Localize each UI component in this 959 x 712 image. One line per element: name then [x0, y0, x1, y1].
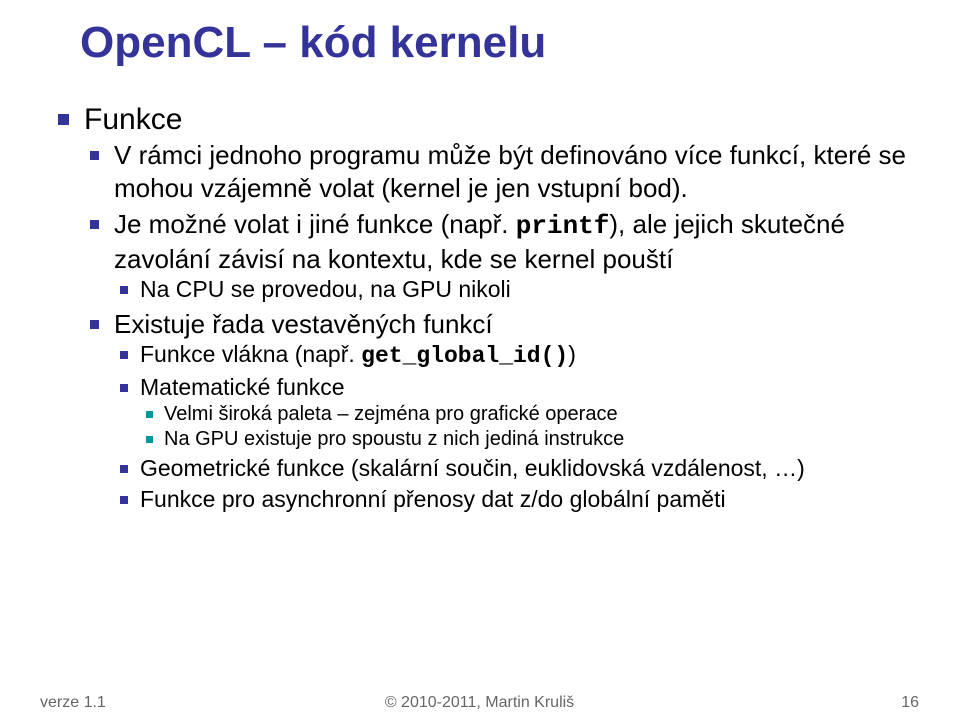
slide: OpenCL – kód kernelu Funkce V rámci jedn… [0, 0, 959, 708]
footer-page-number: 16 [901, 694, 919, 712]
lvl3-text-pre: Funkce vlákna (např. [140, 341, 361, 367]
bullet-list-lvl1: Funkce V rámci jednoho programu může být… [54, 100, 919, 513]
lvl2-text: Existuje řada vestavěných funkcí [114, 309, 493, 339]
lvl3-text: Geometrické funkce (skalární součin, euk… [140, 455, 805, 481]
lvl3-text: Funkce pro asynchronní přenosy dat z/do … [140, 486, 726, 512]
lvl3-item: Funkce vlákna (např. get_global_id()) [114, 340, 919, 371]
bullet-list-lvl2: V rámci jednoho programu může být defino… [84, 139, 919, 513]
lvl2-item: V rámci jednoho programu může být defino… [84, 139, 919, 204]
lvl2-text-pre: Je možné volat i jiné funkce (např. [114, 209, 516, 239]
bullet-list-lvl3: Na CPU se provedou, na GPU nikoli [114, 275, 919, 304]
slide-title: OpenCL – kód kernelu [80, 18, 546, 68]
lvl4-text: Velmi široká paleta – zejména pro grafic… [164, 403, 618, 425]
lvl3-text-post: ) [568, 341, 576, 367]
lvl3-item: Funkce pro asynchronní přenosy dat z/do … [114, 485, 919, 514]
code-printf: printf [516, 211, 610, 241]
lvl2-item: Je možné volat i jiné funkce (např. prin… [84, 208, 919, 304]
lvl3-text: Matematické funkce [140, 374, 345, 400]
bullet-list-lvl3: Funkce vlákna (např. get_global_id()) Ma… [114, 340, 919, 513]
lvl3-item: Matematické funkce Velmi široká paleta –… [114, 373, 919, 452]
lvl3-item: Na CPU se provedou, na GPU nikoli [114, 275, 919, 304]
lvl2-item: Existuje řada vestavěných funkcí Funkce … [84, 308, 919, 514]
lvl2-text: V rámci jednoho programu může být defino… [114, 140, 906, 203]
code-get-global-id: get_global_id() [361, 343, 568, 369]
lvl4-text: Na GPU existuje pro spoustu z nich jedin… [164, 428, 624, 450]
bullet-list-lvl4: Velmi široká paleta – zejména pro grafic… [140, 402, 919, 452]
slide-content: Funkce V rámci jednoho programu může být… [54, 100, 919, 519]
lvl1-item: Funkce V rámci jednoho programu může být… [54, 100, 919, 513]
lvl1-text: Funkce [84, 103, 182, 136]
footer-copyright: © 2010-2011, Martin Kruliš [385, 694, 574, 712]
lvl3-text: Na CPU se provedou, na GPU nikoli [140, 276, 511, 302]
lvl3-item: Geometrické funkce (skalární součin, euk… [114, 454, 919, 483]
lvl4-item: Na GPU existuje pro spoustu z nich jedin… [140, 427, 919, 452]
lvl4-item: Velmi široká paleta – zejména pro grafic… [140, 402, 919, 427]
footer-version: verze 1.1 [40, 694, 106, 712]
